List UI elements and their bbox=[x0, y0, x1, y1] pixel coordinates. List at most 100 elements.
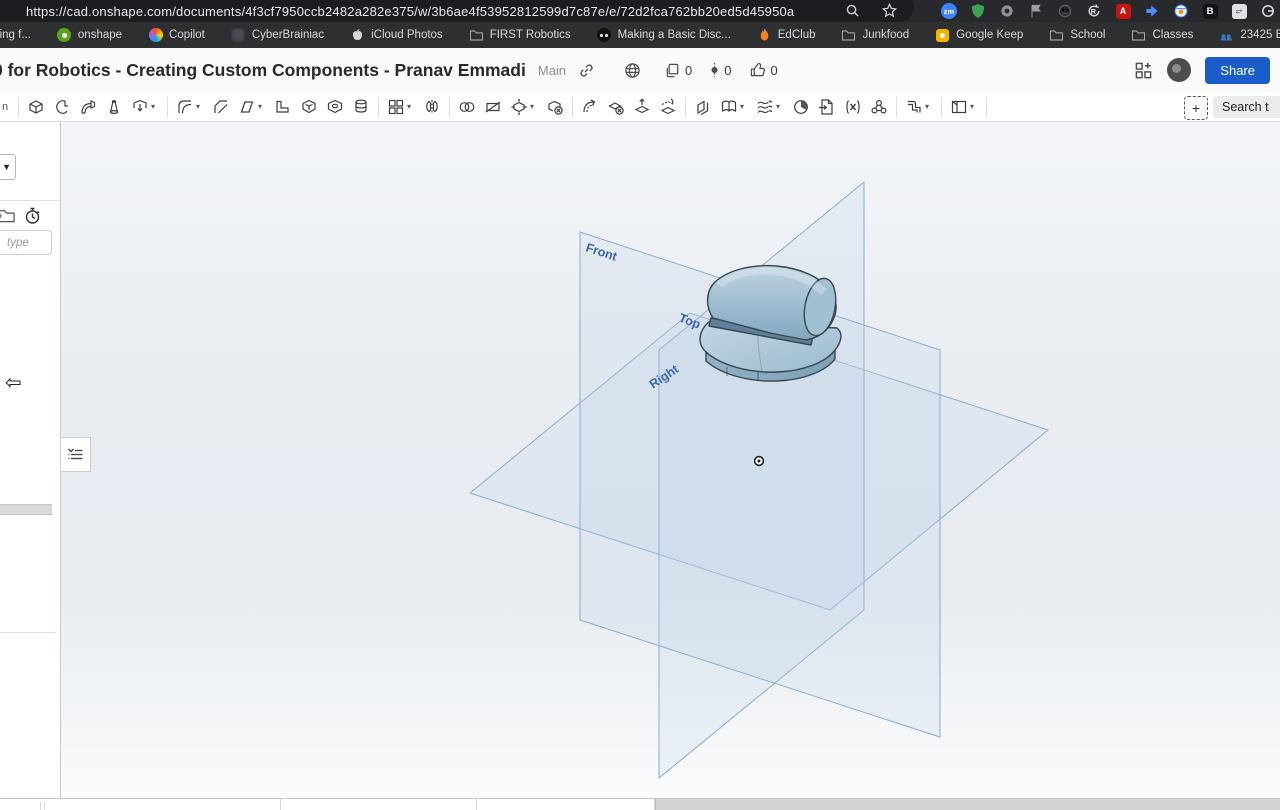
bookmark-google-keep[interactable]: Google Keep bbox=[935, 28, 1023, 43]
bookmark-school[interactable]: School bbox=[1049, 28, 1105, 43]
document-title[interactable]: 0 for Robotics - Creating Custom Compone… bbox=[0, 60, 526, 81]
feature-filter-input[interactable]: type bbox=[0, 230, 52, 255]
back-arrow-icon[interactable]: ⇦ bbox=[5, 370, 22, 394]
tab-sensor-mount[interactable]: sensor mount bbox=[477, 799, 655, 810]
chevron-down-icon[interactable]: ▾ bbox=[740, 102, 749, 111]
toolbar-search-input[interactable]: Search t bbox=[1213, 96, 1280, 118]
toolbar-delete-part-button[interactable] bbox=[542, 94, 568, 120]
sensor-mount-part[interactable] bbox=[700, 266, 841, 381]
flag-extension-icon[interactable] bbox=[1028, 3, 1044, 19]
chevron-down-icon[interactable]: ▾ bbox=[151, 102, 160, 111]
face-extension-icon[interactable] bbox=[1057, 3, 1073, 19]
chevron-down-icon[interactable]: ▾ bbox=[970, 102, 979, 111]
star-bookmark-icon[interactable] bbox=[882, 3, 897, 18]
tab-starting-assembly[interactable]: Starting Assembly bbox=[281, 799, 477, 810]
google-arrow-extension-icon[interactable] bbox=[1144, 3, 1160, 19]
toolbar-rib-button[interactable] bbox=[270, 94, 296, 120]
feature-panel-collapse-button[interactable] bbox=[60, 437, 91, 472]
toolbar-boolean-button[interactable] bbox=[454, 94, 480, 120]
copies-stat[interactable]: 0 bbox=[665, 63, 692, 78]
browser-shield-extension-icon[interactable] bbox=[1173, 3, 1189, 19]
link-icon[interactable] bbox=[579, 63, 594, 78]
chevron-down-icon[interactable]: ▾ bbox=[196, 102, 205, 111]
corner-icon bbox=[693, 97, 713, 117]
toolbar-modify-fillet-button[interactable] bbox=[577, 94, 603, 120]
toolbar-transform-button[interactable]: ▾ bbox=[506, 94, 542, 120]
custom-feature-add-button[interactable]: + bbox=[1184, 96, 1208, 120]
likes-stat[interactable]: 0 bbox=[750, 62, 778, 78]
bookmark-edclub[interactable]: EdClub bbox=[757, 28, 816, 43]
toolbar-move-face-button[interactable] bbox=[629, 94, 655, 120]
gray-square-extension-icon[interactable]: ⥂ bbox=[1231, 3, 1247, 19]
molecule-icon bbox=[869, 97, 889, 117]
tab-starting-parts[interactable]: iStarting Parts bbox=[88, 799, 281, 810]
bookmark-cyberbrainiac[interactable]: CyberBrainiac bbox=[231, 28, 324, 43]
chevron-down-icon[interactable]: ▾ bbox=[530, 102, 539, 111]
toolbar-curves-button[interactable]: ▾ bbox=[752, 94, 788, 120]
toolbar-linear-pattern-button[interactable]: ▾ bbox=[383, 94, 419, 120]
model-viewport[interactable]: Front Top Right bbox=[0, 122, 1280, 798]
bookmark-making-a-basic-disc[interactable]: Making a Basic Disc... bbox=[597, 28, 731, 43]
refresh-r-extension-icon[interactable]: R bbox=[1086, 3, 1102, 19]
bitmoji-b-extension-icon[interactable]: B bbox=[1202, 3, 1218, 19]
branch-label[interactable]: Main bbox=[538, 63, 566, 78]
chevron-down-icon[interactable]: ▾ bbox=[925, 102, 934, 111]
toolbar-delete-face-button[interactable] bbox=[603, 94, 629, 120]
bookmark-23425-evergreen-dr[interactable]: 23425 Evergreen Dr... bbox=[1219, 28, 1280, 43]
help-orb-icon[interactable] bbox=[1167, 58, 1191, 82]
bookmark-junkfood[interactable]: Junkfood bbox=[841, 28, 909, 43]
bend-icon bbox=[904, 97, 924, 117]
adobe-acrobat-extension-icon[interactable]: A bbox=[1115, 3, 1131, 19]
folder-add-icon[interactable] bbox=[0, 207, 16, 224]
booklet-icon bbox=[949, 97, 969, 117]
globe-public-icon[interactable] bbox=[624, 62, 641, 79]
bookmark-copilot[interactable]: Copilot bbox=[148, 28, 205, 43]
history-clock-icon[interactable] bbox=[24, 207, 41, 225]
toolbar-shell-button[interactable] bbox=[296, 94, 322, 120]
panel-scrollbar-thumb[interactable] bbox=[0, 504, 52, 515]
versions-stat[interactable]: 0 bbox=[710, 62, 731, 78]
chevron-down-icon[interactable]: ▾ bbox=[407, 102, 416, 111]
waves-icon bbox=[755, 97, 775, 117]
toolbar-separator bbox=[941, 97, 942, 117]
chevron-down-icon[interactable]: ▾ bbox=[258, 102, 267, 111]
origin-marker[interactable] bbox=[755, 457, 764, 466]
toolbar-extrude-button[interactable] bbox=[23, 94, 49, 120]
adblock-shield-extension-icon[interactable] bbox=[970, 3, 986, 19]
toolbar-surface-button[interactable]: ▾ bbox=[716, 94, 752, 120]
g-ring-extension-icon[interactable] bbox=[1260, 3, 1276, 19]
toolbar-chamfer-button[interactable] bbox=[208, 94, 234, 120]
toolbar-custom-table-button[interactable] bbox=[866, 94, 892, 120]
toolbar-composite-part-button[interactable]: ▾ bbox=[946, 94, 982, 120]
toolbar-split-button[interactable] bbox=[480, 94, 506, 120]
toolbar-fillet-button[interactable]: ▾ bbox=[172, 94, 208, 120]
toolbar-replace-face-button[interactable] bbox=[655, 94, 681, 120]
toolbar-variable-button[interactable] bbox=[840, 94, 866, 120]
toolbar-hole-button[interactable] bbox=[322, 94, 348, 120]
feature-toolbar: n ▾▾▾▾▾▾▾▾▾ + Search t bbox=[0, 92, 1280, 122]
bookmark-ming-f[interactable]: ming f... bbox=[0, 29, 31, 41]
toolbar-revolve-button[interactable] bbox=[49, 94, 75, 120]
magnifier-icon[interactable] bbox=[845, 3, 860, 18]
bookmark-classes[interactable]: Classes bbox=[1131, 28, 1193, 43]
toolbar-thicken-button[interactable]: ▾ bbox=[127, 94, 163, 120]
share-button[interactable]: Share bbox=[1205, 57, 1270, 84]
feature-filter-dropdown[interactable]: ▼ bbox=[0, 154, 16, 180]
toolbar-sweep-button[interactable] bbox=[75, 94, 101, 120]
toolbar-draft-button[interactable]: ▾ bbox=[234, 94, 270, 120]
onshape-browser-window: https://cad.onshape.com/documents/4f3cf7… bbox=[0, 0, 1280, 810]
bookmark-first-robotics[interactable]: FIRST Robotics bbox=[469, 28, 571, 43]
apps-grid-icon[interactable] bbox=[1134, 61, 1153, 80]
toolbar-fill-button[interactable] bbox=[788, 94, 814, 120]
bookmark-icloud-photos[interactable]: iCloud Photos bbox=[350, 28, 443, 43]
toolbar-import-derived-button[interactable] bbox=[814, 94, 840, 120]
zoom-meeting-extension-icon[interactable]: zm bbox=[941, 3, 957, 19]
toolbar-sheet-metal-button[interactable]: ▾ bbox=[901, 94, 937, 120]
toolbar-offset-surface-button[interactable] bbox=[690, 94, 716, 120]
gray-circle-extension-icon[interactable] bbox=[999, 3, 1015, 19]
toolbar-loft-button[interactable] bbox=[101, 94, 127, 120]
toolbar-thread-button[interactable] bbox=[348, 94, 374, 120]
bookmark-onshape[interactable]: onshape bbox=[57, 28, 122, 43]
chevron-down-icon[interactable]: ▾ bbox=[776, 102, 785, 111]
toolbar-mirror-button[interactable] bbox=[419, 94, 445, 120]
